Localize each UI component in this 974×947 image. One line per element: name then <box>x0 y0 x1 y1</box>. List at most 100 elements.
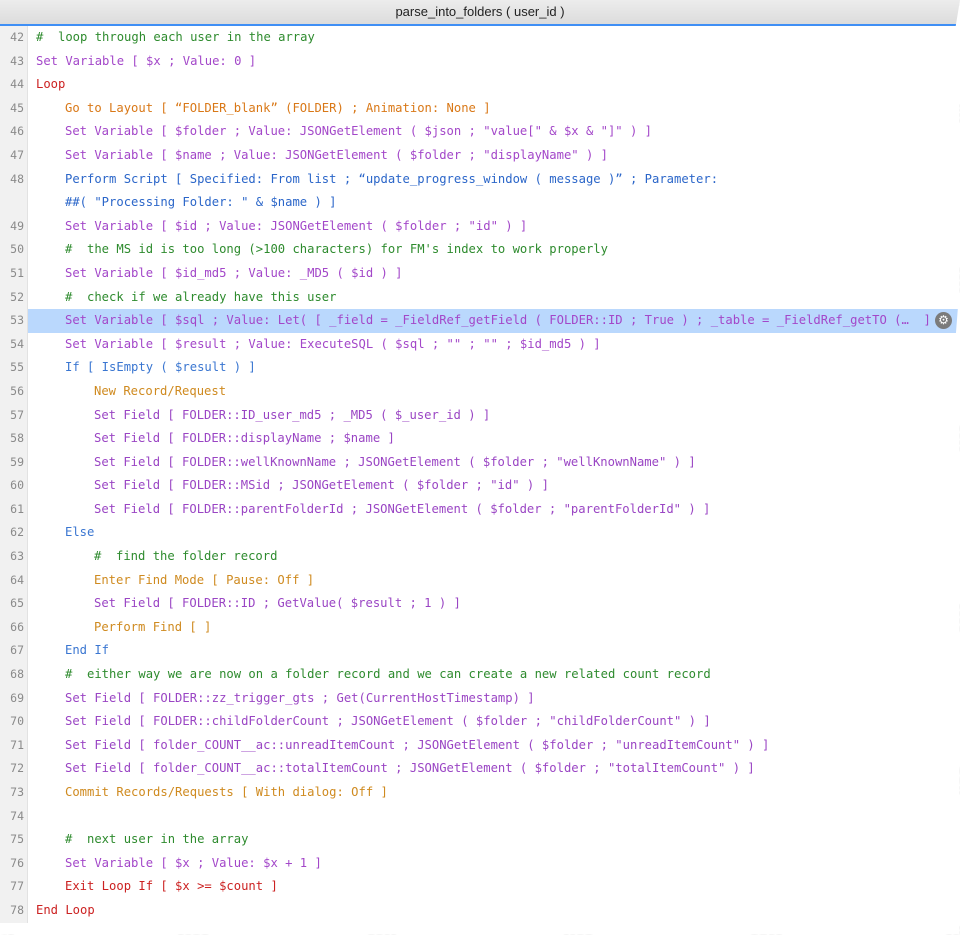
line-number: 69 <box>10 690 24 705</box>
script-step-line[interactable]: 76 Set Variable [ $x ; Value: $x + 1 ] <box>0 851 960 876</box>
line-number: 57 <box>10 407 24 422</box>
line-number: 61 <box>10 501 24 516</box>
script-step-text: Set Field [ FOLDER::zz_trigger_gts ; Get… <box>65 690 535 705</box>
script-step-text: End Loop <box>36 902 95 917</box>
line-number: 44 <box>10 77 24 92</box>
script-step-line[interactable]: 60 Set Field [ FOLDER::MSid ; JSONGetElem… <box>0 474 960 498</box>
line-number: 55 <box>10 360 24 375</box>
script-step-text: Set Variable [ $sql ; Value: Let( [ _fie… <box>65 313 931 328</box>
script-step-line[interactable]: 58 Set Field [ FOLDER::displayName ; $nam… <box>0 427 960 451</box>
line-number: 74 <box>10 808 24 823</box>
line-number: 59 <box>10 454 24 469</box>
script-step-line[interactable]: 57 Set Field [ FOLDER::ID_user_md5 ; _MD5… <box>0 403 960 428</box>
script-step-line[interactable]: 72 Set Field [ folder_COUNT__ac::totalIte… <box>0 757 960 781</box>
script-step-line[interactable]: 73 Commit Records/Requests [ With dialog:… <box>0 781 960 805</box>
script-step-text: Go to Layout [ “FOLDER_blank” (FOLDER) ;… <box>65 100 491 115</box>
script-step-text: Set Field [ FOLDER::displayName ; $name … <box>94 431 395 446</box>
script-step-text: Perform Script [ Specified: From list ; … <box>65 171 719 186</box>
script-step-text: # loop through each user in the array <box>36 30 315 44</box>
line-number: 58 <box>10 431 24 446</box>
script-step-line[interactable]: 51 Set Variable [ $id_md5 ; Value: _MD5 (… <box>0 261 960 286</box>
line-number: 75 <box>10 832 24 847</box>
script-step-line[interactable]: 63 # find the folder record <box>0 545 960 569</box>
script-step-text: Perform Find [ ] <box>94 619 212 634</box>
script-step-line[interactable]: 70 Set Field [ FOLDER::childFolderCount ;… <box>0 710 960 734</box>
script-step-line[interactable]: 44 Loop <box>0 73 960 97</box>
line-number: 68 <box>10 667 24 682</box>
script-step-text: Set Variable [ $x ; Value: 0 ] <box>36 53 257 68</box>
script-step-text: Set Field [ FOLDER::childFolderCount ; J… <box>65 714 711 729</box>
line-number: 64 <box>10 572 24 587</box>
script-step-line[interactable]: ##( "Processing Folder: " & $name ) ] <box>0 191 960 215</box>
script-step-line[interactable]: 61 Set Field [ FOLDER::parentFolderId ; J… <box>0 497 960 522</box>
line-number: 66 <box>10 619 24 634</box>
line-number: 70 <box>10 714 24 729</box>
script-step-line[interactable]: 50 # the MS id is too long (>100 characte… <box>0 238 960 262</box>
script-step-line[interactable]: 48 Perform Script [ Specified: From list … <box>0 167 960 192</box>
script-step-line[interactable]: 42 # loop through each user in the array <box>0 26 960 50</box>
line-number: 48 <box>10 171 24 186</box>
script-step-text: Set Field [ FOLDER::wellKnownName ; JSON… <box>94 454 696 469</box>
script-step-line[interactable]: 69 Set Field [ FOLDER::zz_trigger_gts ; G… <box>0 686 960 711</box>
script-step-line[interactable]: 68 # either way we are now on a folder re… <box>0 663 960 687</box>
line-number: 47 <box>10 147 24 162</box>
script-step-line[interactable]: 45 Go to Layout [ “FOLDER_blank” (FOLDER)… <box>0 96 960 121</box>
script-step-text: Set Field [ FOLDER::MSid ; JSONGetElemen… <box>94 478 549 493</box>
script-step-line[interactable]: 78 End Loop <box>0 898 960 923</box>
line-number: 43 <box>10 53 24 68</box>
script-step-line[interactable]: 54 Set Variable [ $result ; Value: Execut… <box>0 332 960 357</box>
script-step-line[interactable]: 47 Set Variable [ $name ; Value: JSONGetE… <box>0 143 960 168</box>
line-number: 51 <box>10 265 24 280</box>
script-step-line[interactable]: 49 Set Variable [ $id ; Value: JSONGetEle… <box>0 214 960 239</box>
script-step-line[interactable]: 64 Enter Find Mode [ Pause: Off ] <box>0 568 960 593</box>
script-step-text: Set Field [ folder_COUNT__ac::unreadItem… <box>65 737 770 752</box>
line-gutter <box>0 191 28 215</box>
line-number: 62 <box>10 525 24 540</box>
line-number: 73 <box>10 785 24 799</box>
script-step-text: Set Variable [ $name ; Value: JSONGetEle… <box>65 147 608 162</box>
line-number: 67 <box>10 643 24 658</box>
script-step-line[interactable]: 46 Set Variable [ $folder ; Value: JSONGe… <box>0 120 960 144</box>
script-step-text: ##( "Processing Folder: " & $name ) ] <box>65 195 337 210</box>
script-step-text: Commit Records/Requests [ With dialog: O… <box>65 785 388 799</box>
script-step-text: Set Field [ FOLDER::parentFolderId ; JSO… <box>94 501 711 516</box>
script-step-text: New Record/Request <box>94 383 227 398</box>
script-step-line[interactable]: 55 If [ IsEmpty ( $result ) ] <box>0 356 960 380</box>
script-step-text: Enter Find Mode [ Pause: Off ] <box>94 572 315 587</box>
line-number: 65 <box>10 596 24 611</box>
script-step-text: Set Variable [ $result ; Value: ExecuteS… <box>65 336 601 351</box>
script-step-line[interactable]: 65 Set Field [ FOLDER::ID ; GetValue( $re… <box>0 592 960 616</box>
script-step-text: Set Field [ FOLDER::ID ; GetValue( $resu… <box>94 596 461 611</box>
line-number: 52 <box>10 289 24 304</box>
line-number: 63 <box>10 549 24 564</box>
script-step-line[interactable]: 53 Set Variable [ $sql ; Value: Let( [ _f… <box>0 309 960 333</box>
script-step-line[interactable]: 59 Set Field [ FOLDER::wellKnownName ; JS… <box>0 450 960 475</box>
line-number: 42 <box>10 30 24 44</box>
script-step-line[interactable]: 74 <box>0 804 960 829</box>
script-step-text: Loop <box>36 77 66 92</box>
window-title: parse_into_folders ( user_id ) <box>0 0 960 26</box>
line-number: 46 <box>10 124 24 139</box>
script-step-line[interactable]: 52 # check if we already have this user <box>0 285 960 310</box>
line-number: 50 <box>10 242 24 257</box>
script-step-text: # next user in the array <box>65 832 249 847</box>
line-number: 60 <box>10 478 24 493</box>
script-step-line[interactable]: 56 New Record/Request <box>0 379 960 404</box>
script-step-text: Else <box>65 525 95 540</box>
script-step-text: Set Variable [ $id_md5 ; Value: _MD5 ( $… <box>65 265 403 280</box>
script-step-line[interactable]: 62 Else <box>0 521 960 546</box>
script-step-text: Set Variable [ $folder ; Value: JSONGetE… <box>65 124 652 139</box>
gear-icon[interactable]: ⚙ <box>935 312 952 330</box>
script-step-text: # check if we already have this user <box>65 289 337 304</box>
script-step-text: # find the folder record <box>94 549 278 564</box>
script-step-line[interactable]: 67 End If <box>0 639 960 664</box>
script-step-line[interactable]: 71 Set Field [ folder_COUNT__ac::unreadIt… <box>0 733 960 758</box>
script-step-line[interactable]: 75 # next user in the array <box>0 828 960 852</box>
script-step-line[interactable]: 77 Exit Loop If [ $x >= $count ] <box>0 875 960 899</box>
script-step-line[interactable]: 66 Perform Find [ ] <box>0 615 960 640</box>
script-step-text: End If <box>65 643 110 658</box>
script-step-line[interactable]: 43 Set Variable [ $x ; Value: 0 ] <box>0 49 960 74</box>
line-number: 54 <box>10 336 24 351</box>
line-number: 49 <box>10 218 24 233</box>
script-editor[interactable]: 42 # loop through each user in the array 4… <box>0 26 960 923</box>
